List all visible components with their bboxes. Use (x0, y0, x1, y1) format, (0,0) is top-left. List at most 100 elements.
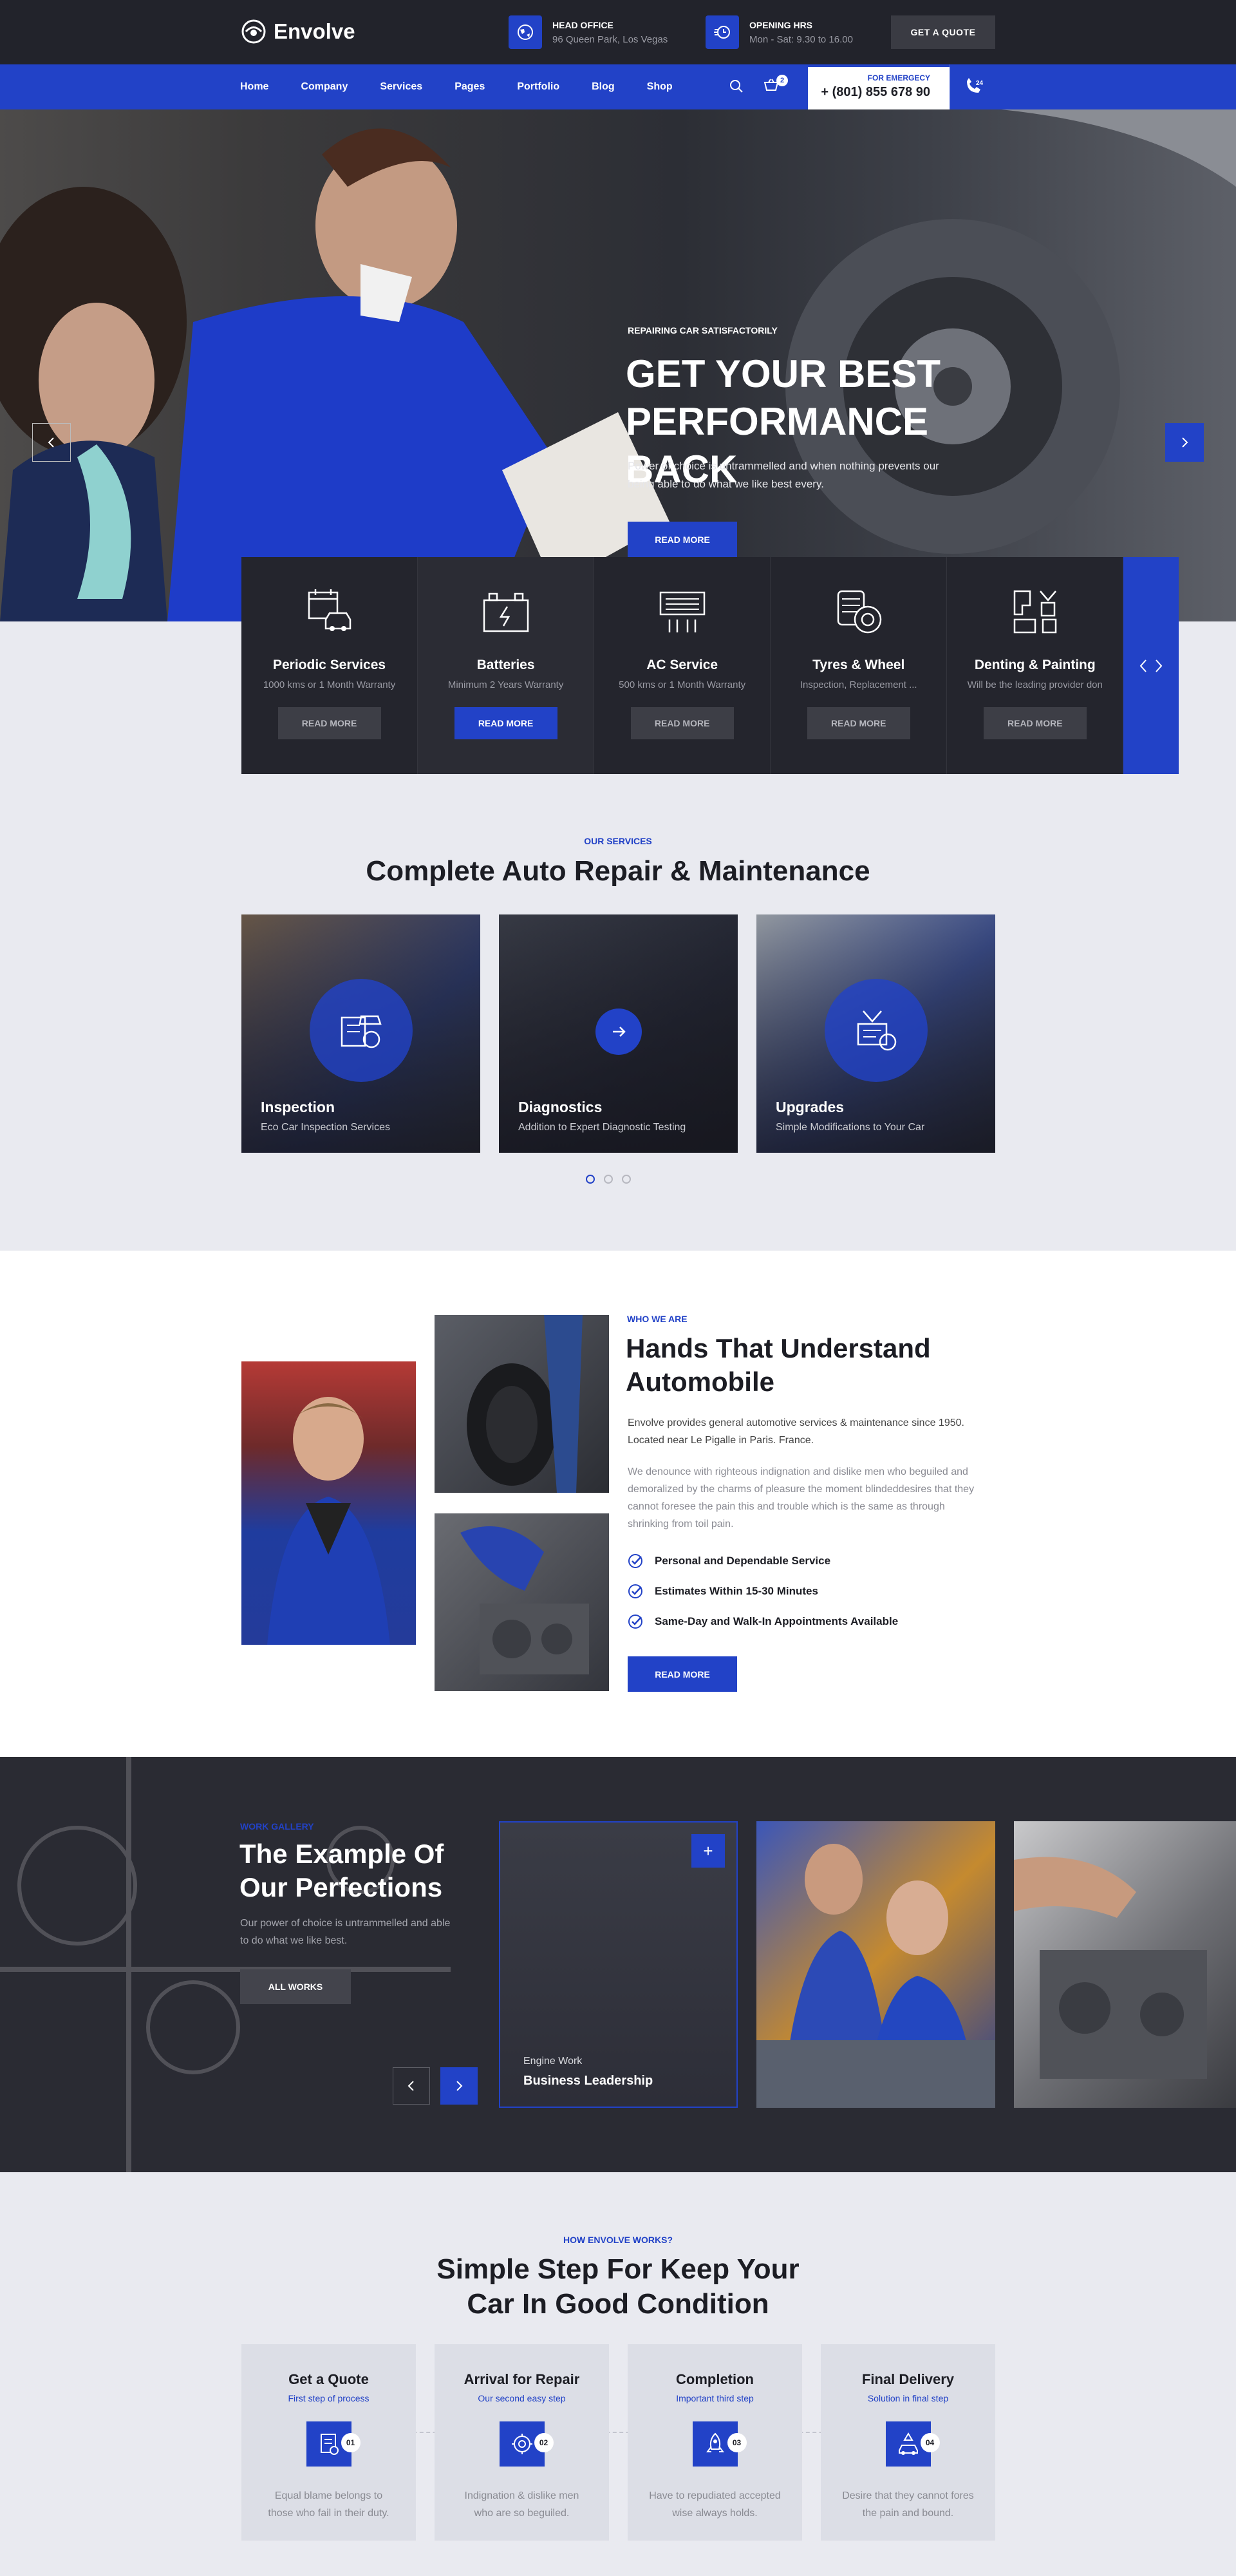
rocket-icon: 03 (692, 2421, 747, 2467)
gallery-next-button[interactable] (440, 2067, 478, 2105)
search-icon[interactable] (729, 79, 744, 97)
step-title: Completion (676, 2371, 754, 2387)
service-strip-item: Denting & Painting Will be the leading p… (947, 557, 1124, 774)
service-card[interactable]: Diagnostics Addition to Expert Diagnosti… (499, 914, 738, 1153)
gallery-card-title: Business Leadership (523, 2074, 653, 2088)
service-card-title: Diagnostics (518, 1099, 603, 1115)
engine-photo (435, 1513, 609, 1691)
service-read-more-button[interactable]: READ MORE (454, 707, 557, 739)
service-strip-title: Batteries (476, 658, 535, 672)
step-text: Equal blame belongs to those who fail in… (268, 2490, 389, 2519)
carousel-dot[interactable] (604, 1175, 613, 1184)
service-read-more-button[interactable]: READ MORE (630, 707, 734, 739)
steps-eyebrow: HOW ENVOLVE WORKS? (563, 2235, 673, 2245)
gallery-image[interactable] (1014, 1821, 1236, 2108)
service-card[interactable]: Inspection Eco Car Inspection Services (241, 914, 480, 1153)
carousel-dots (586, 1175, 631, 1184)
service-card-title: Upgrades (776, 1099, 845, 1115)
chevron-left-icon (48, 437, 54, 448)
hero-eyebrow: REPAIRING CAR SATISFACTORILY (628, 325, 778, 336)
nav-item-services[interactable]: Services (380, 81, 422, 93)
work-gallery-section: WORK GALLERY The Example Of Our Perfecti… (0, 1757, 1236, 2172)
gallery-prev-button[interactable] (393, 2067, 430, 2105)
service-strip-subtitle: 1000 kms or 1 Month Warranty (263, 679, 396, 690)
service-card-title: Inspection (261, 1099, 335, 1115)
cart-icon[interactable]: 2 (763, 75, 788, 97)
check-circle-icon (628, 1554, 642, 1568)
inspection-icon (310, 979, 413, 1082)
delivery-car-icon: 04 (885, 2421, 940, 2467)
step-subtitle: Our second easy step (478, 2393, 566, 2403)
about-eyebrow: WHO WE ARE (627, 1314, 688, 1324)
logo[interactable]: Envolve (240, 18, 355, 45)
gallery-card[interactable]: + Engine Work Business Leadership (499, 1821, 738, 2108)
nav-item-shop[interactable]: Shop (647, 81, 673, 93)
hero-slider: REPAIRING CAR SATISFACTORILY GET YOUR BE… (0, 109, 1236, 621)
emergency-contact[interactable]: FOR EMERGECY + (801) 855 678 90 (808, 67, 950, 109)
phone-24-icon[interactable]: 24 (950, 64, 995, 116)
arrow-right-icon[interactable] (595, 1009, 642, 1055)
feature-item: Personal and Dependable Service (628, 1553, 830, 1569)
service-card[interactable]: Upgrades Simple Modifications to Your Ca… (756, 914, 995, 1153)
all-works-button[interactable]: ALL WORKS (240, 1969, 351, 2004)
nav-item-pages[interactable]: Pages (454, 81, 485, 93)
chevron-right-icon (1182, 437, 1188, 448)
service-strip-title: Denting & Painting (974, 658, 1096, 672)
slider-prev-button[interactable] (32, 423, 71, 462)
check-circle-icon (628, 1615, 642, 1629)
feature-text: Personal and Dependable Service (655, 1555, 831, 1567)
hours-value: Mon - Sat: 9.30 to 16.00 (749, 33, 853, 45)
service-read-more-button[interactable]: READ MORE (983, 707, 1087, 739)
repair-gear-icon: 02 (499, 2421, 554, 2467)
gallery-image[interactable] (756, 1821, 995, 2108)
service-read-more-button[interactable]: READ MORE (807, 707, 910, 739)
service-read-more-button[interactable]: READ MORE (277, 707, 381, 739)
quote-document-icon: 01 (306, 2421, 360, 2467)
hero-text: Power of choice is untrammelled and when… (628, 460, 939, 490)
cart-count-badge: 2 (776, 75, 788, 86)
tyre-photo (435, 1315, 609, 1493)
svg-text:24: 24 (976, 80, 984, 87)
service-card-subtitle: Simple Modifications to Your Car (776, 1122, 925, 1133)
about-read-more-button[interactable]: READ MORE (628, 1656, 737, 1692)
gallery-card-category: Engine Work (523, 2056, 583, 2067)
step-card: Arrival for Repair Our second easy step … (435, 2344, 609, 2541)
service-strip-arrows[interactable] (1123, 557, 1179, 774)
chevron-right-icon[interactable] (1154, 658, 1163, 674)
nav-item-blog[interactable]: Blog (592, 81, 615, 93)
step-subtitle: Important third step (676, 2393, 754, 2403)
nav-item-home[interactable]: Home (240, 81, 268, 93)
step-title: Get a Quote (288, 2371, 369, 2387)
service-strip-title: Periodic Services (272, 658, 386, 672)
slider-next-button[interactable] (1165, 423, 1204, 462)
service-strip-item: AC Service 500 kms or 1 Month Warranty R… (594, 557, 771, 774)
step-text: Indignation & dislike men who are so beg… (464, 2490, 579, 2519)
service-strip-item: Batteries Minimum 2 Years Warranty READ … (418, 557, 595, 774)
carousel-dot[interactable] (586, 1175, 595, 1184)
gallery-title: The Example Of Our Perfections (239, 1839, 444, 1902)
hero-background-image (0, 109, 1236, 621)
battery-icon (483, 592, 529, 632)
service-strip-item: Periodic Services 1000 kms or 1 Month Wa… (241, 557, 418, 774)
get-a-quote-button[interactable]: GET A QUOTE (891, 15, 995, 49)
plus-icon[interactable]: + (691, 1834, 725, 1868)
step-text: Have to repudiated accepted wise always … (649, 2490, 781, 2519)
carousel-dot[interactable] (622, 1175, 631, 1184)
services-eyebrow: OUR SERVICES (584, 836, 652, 846)
about-text: We denounce with righteous indignation a… (628, 1466, 975, 1530)
step-card: Completion Important third step 03 Have … (628, 2344, 802, 2541)
nav-item-portfolio[interactable]: Portfolio (517, 81, 559, 93)
service-card-subtitle: Eco Car Inspection Services (261, 1122, 390, 1133)
spray-gun-icon (1013, 590, 1057, 634)
chevron-right-icon (456, 2081, 463, 2091)
about-section: WHO WE ARE Hands That Understand Automob… (0, 1251, 1236, 1757)
hero-read-more-button[interactable]: READ MORE (628, 522, 737, 557)
step-card: Final Delivery Solution in final step 04… (821, 2344, 995, 2541)
chevron-left-icon[interactable] (1139, 658, 1148, 674)
logo-text: Envolve (274, 19, 355, 43)
service-strip-title: AC Service (646, 658, 718, 672)
service-strip: Periodic Services 1000 kms or 1 Month Wa… (241, 557, 1179, 774)
check-circle-icon (628, 1584, 642, 1598)
service-strip-item: Tyres & Wheel Inspection, Replacement ..… (771, 557, 948, 774)
nav-item-company[interactable]: Company (301, 81, 348, 93)
